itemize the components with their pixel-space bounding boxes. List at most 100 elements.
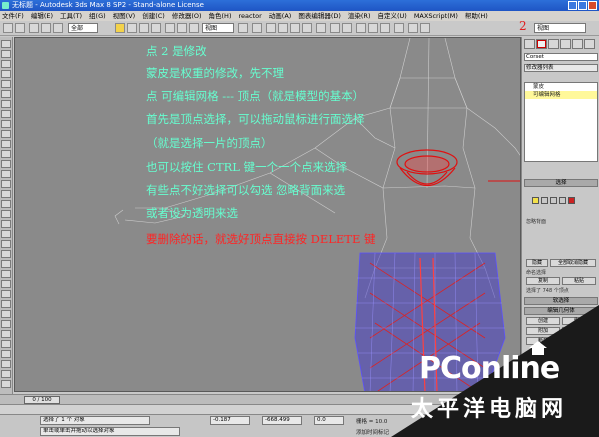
quick-render-icon[interactable] bbox=[420, 23, 430, 33]
tab-mr-icon[interactable] bbox=[1, 200, 11, 208]
tab-render-icon[interactable] bbox=[1, 170, 11, 178]
select-by-name-icon[interactable] bbox=[127, 23, 137, 33]
scale-icon[interactable] bbox=[189, 23, 199, 33]
snaps-toggle-icon[interactable] bbox=[266, 23, 276, 33]
element-mode-icon[interactable] bbox=[568, 197, 575, 204]
x-coord-field[interactable]: -0.187 bbox=[210, 416, 250, 425]
tab-compounds-icon[interactable] bbox=[1, 60, 11, 68]
mirror-icon[interactable] bbox=[330, 23, 340, 33]
ignore-backface-checkbox[interactable]: 忽略背面 bbox=[526, 218, 546, 225]
tab-shapes-icon[interactable] bbox=[1, 50, 11, 58]
window-crossing-icon[interactable] bbox=[151, 23, 161, 33]
reference-coord-dropdown[interactable]: 视图 bbox=[202, 23, 234, 33]
menu-create[interactable]: 创建(C) bbox=[142, 11, 165, 21]
tab-reactor-icon[interactable] bbox=[1, 180, 11, 188]
tab-cloth-icon[interactable] bbox=[1, 220, 11, 228]
spinner-snap-icon[interactable] bbox=[302, 23, 312, 33]
tab-patch-icon[interactable] bbox=[1, 80, 11, 88]
polygon-mode-icon[interactable] bbox=[559, 197, 566, 204]
menu-views[interactable]: 视图(V) bbox=[113, 11, 136, 21]
tab-pyramid-icon[interactable] bbox=[1, 310, 11, 318]
tab-box-icon[interactable] bbox=[1, 230, 11, 238]
unhide-all-button[interactable]: 全部取消隐藏 bbox=[550, 259, 596, 267]
tab-tube-icon[interactable] bbox=[1, 290, 11, 298]
render-type-dropdown[interactable]: 视图 bbox=[534, 23, 586, 33]
rotate-icon[interactable] bbox=[177, 23, 187, 33]
menu-graph-editors[interactable]: 图表编辑器(D) bbox=[298, 11, 341, 21]
edit-named-sel-icon[interactable] bbox=[316, 23, 326, 33]
object-name-field[interactable]: Corset bbox=[524, 53, 598, 61]
tab-helpers-icon[interactable] bbox=[1, 130, 11, 138]
edge-mode-icon[interactable] bbox=[541, 197, 548, 204]
selection-filter-dropdown[interactable]: 全部 bbox=[68, 23, 98, 33]
tab-dynamics-icon[interactable] bbox=[1, 100, 11, 108]
modify-tab-icon[interactable] bbox=[536, 39, 547, 49]
menu-tools[interactable]: 工具(T) bbox=[60, 11, 82, 21]
tab-arc-icon[interactable] bbox=[1, 350, 11, 358]
menu-help[interactable]: 帮助(H) bbox=[465, 11, 488, 21]
z-coord-field[interactable]: 0.0 bbox=[314, 416, 344, 425]
menu-animation[interactable]: 动画(A) bbox=[269, 11, 292, 21]
tab-hair-icon[interactable] bbox=[1, 190, 11, 198]
tab-circle-icon[interactable] bbox=[1, 340, 11, 348]
add-time-tag[interactable]: 添加时间标记 bbox=[356, 428, 389, 436]
percent-snap-icon[interactable] bbox=[290, 23, 300, 33]
tab-sphere-icon[interactable] bbox=[1, 210, 11, 218]
layer-manager-icon[interactable] bbox=[356, 23, 366, 33]
hide-button[interactable]: 隐藏 bbox=[526, 259, 548, 267]
unlink-icon[interactable] bbox=[41, 23, 51, 33]
tab-text-icon[interactable] bbox=[1, 320, 11, 328]
curve-editor-icon[interactable] bbox=[368, 23, 378, 33]
select-object-icon[interactable] bbox=[115, 23, 125, 33]
maximize-button[interactable] bbox=[578, 1, 587, 10]
menu-customize[interactable]: 自定义(U) bbox=[377, 11, 406, 21]
angle-snap-icon[interactable] bbox=[278, 23, 288, 33]
undo-icon[interactable] bbox=[3, 23, 13, 33]
vertex-mode-icon[interactable] bbox=[532, 197, 539, 204]
material-editor-icon[interactable] bbox=[394, 23, 404, 33]
tab-particles-icon[interactable] bbox=[1, 70, 11, 78]
tab-lights-icon[interactable] bbox=[1, 110, 11, 118]
tab-cameras-icon[interactable] bbox=[1, 120, 11, 128]
y-coord-field[interactable]: -668.499 bbox=[262, 416, 302, 425]
create-tab-icon[interactable] bbox=[524, 39, 535, 49]
select-manipulate-icon[interactable] bbox=[252, 23, 262, 33]
render-scene-icon[interactable] bbox=[408, 23, 418, 33]
tab-geosphere-icon[interactable] bbox=[1, 300, 11, 308]
minimize-button[interactable] bbox=[568, 1, 577, 10]
hierarchy-tab-icon[interactable] bbox=[548, 39, 559, 49]
pivot-center-icon[interactable] bbox=[238, 23, 248, 33]
menu-reactor[interactable]: reactor bbox=[238, 11, 261, 21]
selection-rollout[interactable]: 选择 bbox=[524, 179, 598, 187]
tab-cone-icon[interactable] bbox=[1, 270, 11, 278]
schematic-view-icon[interactable] bbox=[380, 23, 390, 33]
tab-ngon-icon[interactable] bbox=[1, 360, 11, 368]
move-icon[interactable] bbox=[165, 23, 175, 33]
menu-modifiers[interactable]: 修改器(O) bbox=[172, 11, 202, 21]
rect-region-icon[interactable] bbox=[139, 23, 149, 33]
redo-icon[interactable] bbox=[15, 23, 25, 33]
stack-item-skin[interactable]: 蒙皮 bbox=[525, 83, 597, 91]
face-mode-icon[interactable] bbox=[550, 197, 557, 204]
tab-star-icon[interactable] bbox=[1, 370, 11, 378]
align-icon[interactable] bbox=[342, 23, 352, 33]
tab-line-icon[interactable] bbox=[1, 330, 11, 338]
paste-button[interactable]: 粘贴 bbox=[562, 277, 596, 285]
stack-item-editable-mesh[interactable]: 可编辑网格 bbox=[525, 91, 597, 99]
display-tab-icon[interactable] bbox=[572, 39, 583, 49]
menu-edit[interactable]: 编辑(E) bbox=[31, 11, 53, 21]
menu-group[interactable]: 组(G) bbox=[89, 11, 106, 21]
bind-space-warp-icon[interactable] bbox=[53, 23, 63, 33]
time-slider-thumb[interactable]: 0 / 100 bbox=[24, 396, 60, 404]
copy-button[interactable]: 复制 bbox=[526, 277, 560, 285]
tab-plane-icon[interactable] bbox=[1, 280, 11, 288]
link-icon[interactable] bbox=[29, 23, 39, 33]
motion-tab-icon[interactable] bbox=[560, 39, 571, 49]
close-button[interactable] bbox=[588, 1, 597, 10]
menu-maxscript[interactable]: MAXScript(M) bbox=[414, 11, 458, 21]
menu-file[interactable]: 文件(F) bbox=[2, 11, 24, 21]
tab-torus-icon[interactable] bbox=[1, 250, 11, 258]
tab-modifiers-icon[interactable] bbox=[1, 150, 11, 158]
soft-selection-rollout[interactable]: 软选择 bbox=[524, 297, 598, 305]
tab-nurbs-icon[interactable] bbox=[1, 90, 11, 98]
